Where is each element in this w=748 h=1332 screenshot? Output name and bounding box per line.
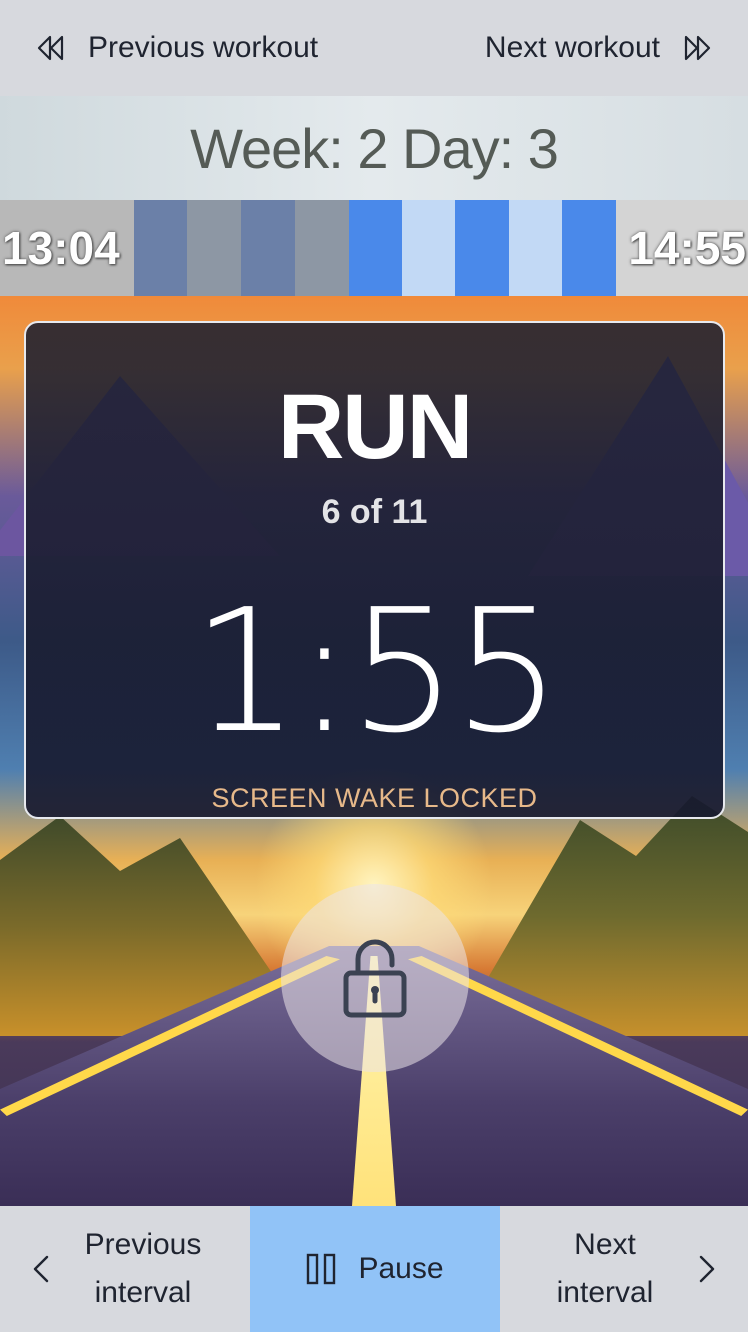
workout-nav-bar: Previous workout Next workout: [0, 0, 748, 96]
elapsed-time: 13:04: [2, 222, 120, 274]
interval-count: 6 of 11: [321, 493, 428, 531]
previous-workout-button[interactable]: Previous workout: [36, 31, 318, 65]
unlock-icon: [343, 939, 407, 1018]
interval-progress-strip: 13:04 14:55: [0, 200, 748, 296]
pause-icon: [307, 1253, 336, 1285]
screen-wake-status: SCREEN WAKE LOCKED: [211, 783, 538, 813]
next-workout-label: Next workout: [484, 31, 660, 64]
progress-segment-upcoming-run: [455, 200, 509, 296]
next-interval-label: Next interval: [540, 1221, 670, 1317]
progress-segment-completed: [187, 200, 241, 296]
next-interval-button[interactable]: Next interval: [500, 1206, 748, 1332]
previous-workout-label: Previous workout: [88, 31, 319, 64]
progress-segment-upcoming-walk: [402, 200, 455, 296]
interval-card: RUN 6 of 11 1:55 SCREEN WAKE LOCKED: [24, 321, 725, 819]
previous-interval-label: Previous interval: [78, 1221, 208, 1317]
next-workout-button[interactable]: Next workout: [485, 31, 712, 65]
next-interval-label-line2: interval: [556, 1276, 654, 1309]
chevron-left-icon: [33, 1255, 49, 1283]
previous-interval-button[interactable]: Previous interval: [0, 1206, 250, 1332]
progress-segment-upcoming-run: [562, 200, 616, 296]
progress-segment-upcoming-walk: [509, 200, 562, 296]
week-day-header: Week: 2 Day: 3: [0, 96, 748, 200]
interval-timer: 1:55: [191, 573, 562, 771]
previous-interval-label-line2: interval: [94, 1276, 192, 1309]
interval-controls: Previous interval Pause Next interval: [0, 1206, 748, 1332]
double-chevron-left-icon: [37, 35, 64, 61]
remaining-time: 14:55: [628, 222, 746, 274]
double-chevron-right-icon: [684, 35, 711, 61]
progress-segment-completed: [134, 200, 187, 296]
next-interval-label-line1: Next: [574, 1228, 636, 1261]
wake-lock-toggle-button[interactable]: [281, 884, 469, 1072]
chevron-right-icon: [699, 1255, 715, 1283]
pause-label: Pause: [358, 1252, 444, 1285]
progress-segment-upcoming-run: [349, 200, 402, 296]
progress-segment-completed: [295, 200, 349, 296]
progress-segment-completed: [241, 200, 295, 296]
pause-button[interactable]: Pause: [250, 1206, 500, 1332]
previous-interval-label-line1: Previous: [84, 1228, 202, 1261]
interval-title: RUN: [277, 376, 473, 478]
